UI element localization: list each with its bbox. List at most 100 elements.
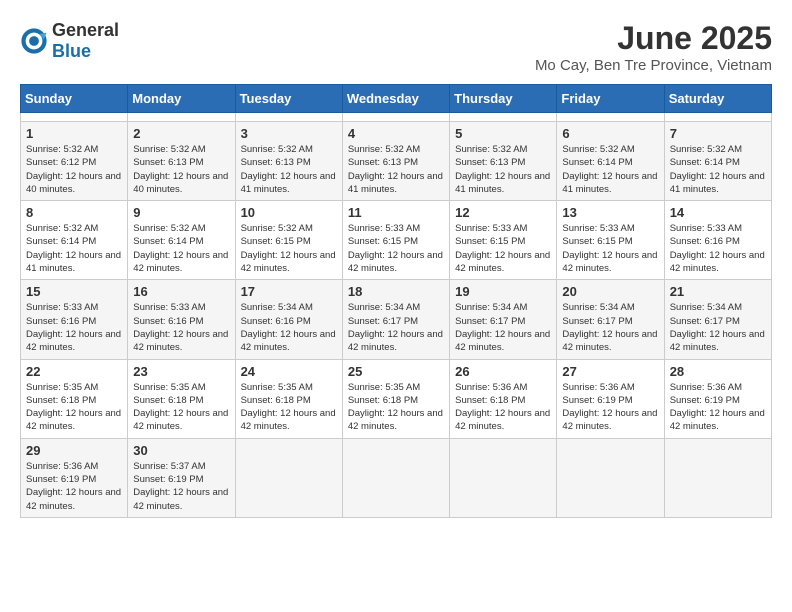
week-row-2: 8 Sunrise: 5:32 AMSunset: 6:14 PMDayligh… <box>21 201 772 280</box>
cell-3-5: 20 Sunrise: 5:34 AMSunset: 6:17 PMDaylig… <box>557 280 664 359</box>
day-number: 12 <box>455 205 551 220</box>
cell-content: Sunrise: 5:35 AMSunset: 6:18 PMDaylight:… <box>348 381 444 434</box>
cell-1-5: 6 Sunrise: 5:32 AMSunset: 6:14 PMDayligh… <box>557 122 664 201</box>
cell-0-2 <box>235 113 342 122</box>
cell-4-0: 22 Sunrise: 5:35 AMSunset: 6:18 PMDaylig… <box>21 359 128 438</box>
cell-content: Sunrise: 5:33 AMSunset: 6:15 PMDaylight:… <box>348 222 444 275</box>
cell-0-5 <box>557 113 664 122</box>
day-number: 20 <box>562 284 658 299</box>
main-title: June 2025 <box>535 20 772 57</box>
cell-content: Sunrise: 5:34 AMSunset: 6:17 PMDaylight:… <box>562 301 658 354</box>
cell-0-1 <box>128 113 235 122</box>
day-number: 13 <box>562 205 658 220</box>
cell-3-6: 21 Sunrise: 5:34 AMSunset: 6:17 PMDaylig… <box>664 280 771 359</box>
logo-icon <box>20 27 48 55</box>
day-number: 23 <box>133 364 229 379</box>
cell-content: Sunrise: 5:32 AMSunset: 6:14 PMDaylight:… <box>133 222 229 275</box>
day-number: 27 <box>562 364 658 379</box>
header-sunday: Sunday <box>21 85 128 113</box>
cell-content: Sunrise: 5:34 AMSunset: 6:16 PMDaylight:… <box>241 301 337 354</box>
header-tuesday: Tuesday <box>235 85 342 113</box>
cell-content: Sunrise: 5:34 AMSunset: 6:17 PMDaylight:… <box>348 301 444 354</box>
day-number: 7 <box>670 126 766 141</box>
cell-1-1: 2 Sunrise: 5:32 AMSunset: 6:13 PMDayligh… <box>128 122 235 201</box>
calendar-table: Sunday Monday Tuesday Wednesday Thursday… <box>20 84 772 518</box>
cell-4-6: 28 Sunrise: 5:36 AMSunset: 6:19 PMDaylig… <box>664 359 771 438</box>
cell-content: Sunrise: 5:33 AMSunset: 6:15 PMDaylight:… <box>455 222 551 275</box>
logo: General Blue <box>20 20 119 62</box>
day-number: 16 <box>133 284 229 299</box>
cell-content: Sunrise: 5:32 AMSunset: 6:14 PMDaylight:… <box>670 143 766 196</box>
cell-content: Sunrise: 5:32 AMSunset: 6:13 PMDaylight:… <box>133 143 229 196</box>
cell-1-3: 4 Sunrise: 5:32 AMSunset: 6:13 PMDayligh… <box>342 122 449 201</box>
cell-content: Sunrise: 5:35 AMSunset: 6:18 PMDaylight:… <box>26 381 122 434</box>
cell-2-5: 13 Sunrise: 5:33 AMSunset: 6:15 PMDaylig… <box>557 201 664 280</box>
day-number: 29 <box>26 443 122 458</box>
cell-content: Sunrise: 5:37 AMSunset: 6:19 PMDaylight:… <box>133 460 229 513</box>
header-row: Sunday Monday Tuesday Wednesday Thursday… <box>21 85 772 113</box>
header-friday: Friday <box>557 85 664 113</box>
day-number: 22 <box>26 364 122 379</box>
cell-2-2: 10 Sunrise: 5:32 AMSunset: 6:15 PMDaylig… <box>235 201 342 280</box>
cell-content: Sunrise: 5:32 AMSunset: 6:14 PMDaylight:… <box>562 143 658 196</box>
cell-5-2 <box>235 438 342 517</box>
cell-content: Sunrise: 5:33 AMSunset: 6:16 PMDaylight:… <box>133 301 229 354</box>
cell-5-1: 30 Sunrise: 5:37 AMSunset: 6:19 PMDaylig… <box>128 438 235 517</box>
cell-3-3: 18 Sunrise: 5:34 AMSunset: 6:17 PMDaylig… <box>342 280 449 359</box>
cell-1-4: 5 Sunrise: 5:32 AMSunset: 6:13 PMDayligh… <box>450 122 557 201</box>
cell-content: Sunrise: 5:32 AMSunset: 6:12 PMDaylight:… <box>26 143 122 196</box>
cell-2-1: 9 Sunrise: 5:32 AMSunset: 6:14 PMDayligh… <box>128 201 235 280</box>
day-number: 30 <box>133 443 229 458</box>
cell-content: Sunrise: 5:33 AMSunset: 6:16 PMDaylight:… <box>670 222 766 275</box>
cell-content: Sunrise: 5:34 AMSunset: 6:17 PMDaylight:… <box>455 301 551 354</box>
cell-content: Sunrise: 5:35 AMSunset: 6:18 PMDaylight:… <box>241 381 337 434</box>
cell-content: Sunrise: 5:32 AMSunset: 6:13 PMDaylight:… <box>241 143 337 196</box>
cell-2-3: 11 Sunrise: 5:33 AMSunset: 6:15 PMDaylig… <box>342 201 449 280</box>
cell-3-4: 19 Sunrise: 5:34 AMSunset: 6:17 PMDaylig… <box>450 280 557 359</box>
day-number: 6 <box>562 126 658 141</box>
cell-3-2: 17 Sunrise: 5:34 AMSunset: 6:16 PMDaylig… <box>235 280 342 359</box>
day-number: 19 <box>455 284 551 299</box>
cell-5-5 <box>557 438 664 517</box>
logo-blue: Blue <box>52 41 91 61</box>
day-number: 26 <box>455 364 551 379</box>
day-number: 15 <box>26 284 122 299</box>
cell-content: Sunrise: 5:33 AMSunset: 6:16 PMDaylight:… <box>26 301 122 354</box>
day-number: 4 <box>348 126 444 141</box>
cell-content: Sunrise: 5:36 AMSunset: 6:19 PMDaylight:… <box>670 381 766 434</box>
day-number: 8 <box>26 205 122 220</box>
day-number: 10 <box>241 205 337 220</box>
title-section: June 2025 Mo Cay, Ben Tre Province, Viet… <box>535 20 772 74</box>
cell-5-3 <box>342 438 449 517</box>
week-row-5: 29 Sunrise: 5:36 AMSunset: 6:19 PMDaylig… <box>21 438 772 517</box>
cell-4-1: 23 Sunrise: 5:35 AMSunset: 6:18 PMDaylig… <box>128 359 235 438</box>
day-number: 24 <box>241 364 337 379</box>
cell-3-1: 16 Sunrise: 5:33 AMSunset: 6:16 PMDaylig… <box>128 280 235 359</box>
cell-5-0: 29 Sunrise: 5:36 AMSunset: 6:19 PMDaylig… <box>21 438 128 517</box>
cell-0-0 <box>21 113 128 122</box>
cell-4-2: 24 Sunrise: 5:35 AMSunset: 6:18 PMDaylig… <box>235 359 342 438</box>
day-number: 17 <box>241 284 337 299</box>
page-header: General Blue June 2025 Mo Cay, Ben Tre P… <box>20 20 772 74</box>
cell-content: Sunrise: 5:36 AMSunset: 6:19 PMDaylight:… <box>562 381 658 434</box>
cell-content: Sunrise: 5:32 AMSunset: 6:13 PMDaylight:… <box>455 143 551 196</box>
cell-5-4 <box>450 438 557 517</box>
cell-5-6 <box>664 438 771 517</box>
cell-content: Sunrise: 5:35 AMSunset: 6:18 PMDaylight:… <box>133 381 229 434</box>
cell-1-0: 1 Sunrise: 5:32 AMSunset: 6:12 PMDayligh… <box>21 122 128 201</box>
cell-content: Sunrise: 5:32 AMSunset: 6:15 PMDaylight:… <box>241 222 337 275</box>
cell-1-2: 3 Sunrise: 5:32 AMSunset: 6:13 PMDayligh… <box>235 122 342 201</box>
sub-title: Mo Cay, Ben Tre Province, Vietnam <box>535 57 772 74</box>
day-number: 18 <box>348 284 444 299</box>
cell-1-6: 7 Sunrise: 5:32 AMSunset: 6:14 PMDayligh… <box>664 122 771 201</box>
day-number: 1 <box>26 126 122 141</box>
day-number: 11 <box>348 205 444 220</box>
logo-text: General Blue <box>52 20 119 62</box>
cell-content: Sunrise: 5:32 AMSunset: 6:14 PMDaylight:… <box>26 222 122 275</box>
header-monday: Monday <box>128 85 235 113</box>
day-number: 14 <box>670 205 766 220</box>
cell-content: Sunrise: 5:36 AMSunset: 6:18 PMDaylight:… <box>455 381 551 434</box>
week-row-3: 15 Sunrise: 5:33 AMSunset: 6:16 PMDaylig… <box>21 280 772 359</box>
cell-2-4: 12 Sunrise: 5:33 AMSunset: 6:15 PMDaylig… <box>450 201 557 280</box>
cell-0-4 <box>450 113 557 122</box>
